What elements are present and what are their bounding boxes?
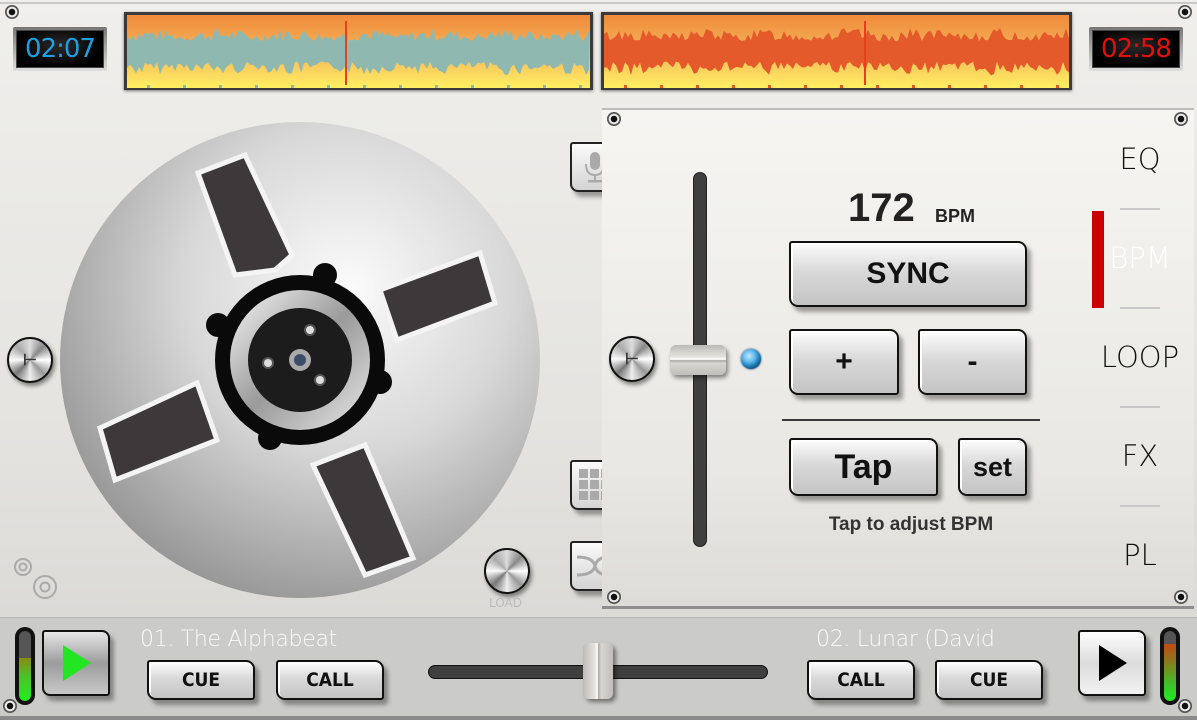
- gears-icon[interactable]: [10, 552, 66, 604]
- right-playhead[interactable]: [864, 21, 867, 85]
- beat-marker: [804, 85, 807, 88]
- bottom-border: [0, 716, 1197, 720]
- nudge-arrow-icon: ⊢: [23, 352, 37, 369]
- load-label: LOAD: [489, 596, 522, 610]
- right-waveform[interactable]: [601, 12, 1072, 90]
- left-play-button[interactable]: [42, 630, 110, 696]
- beat-marker: [399, 85, 402, 88]
- screw-icon: [5, 5, 19, 19]
- beat-marker: [948, 85, 951, 88]
- left-playhead[interactable]: [344, 21, 347, 85]
- left-call-button[interactable]: CALL: [276, 660, 384, 700]
- play-icon: [63, 645, 91, 681]
- right-cue-button[interactable]: CUE: [935, 660, 1043, 700]
- beat-marker: [876, 85, 879, 88]
- play-icon: [1099, 645, 1127, 681]
- right-level-meter: [1160, 627, 1180, 705]
- beat-marker: [768, 85, 771, 88]
- right-deck-time: 02:58: [1092, 30, 1180, 68]
- beat-marker: [696, 85, 699, 88]
- screw-icon: [607, 590, 621, 604]
- beat-marker: [732, 85, 735, 88]
- crossfader-handle[interactable]: [583, 643, 613, 699]
- left-waveform-graph: [127, 28, 589, 88]
- beat-marker: [984, 85, 987, 88]
- beat-marker: [579, 85, 582, 88]
- tap-button[interactable]: Tap: [789, 438, 938, 496]
- tab-separator: [1120, 307, 1160, 309]
- beat-marker: [1020, 85, 1023, 88]
- tab-separator: [1120, 406, 1160, 408]
- bpm-value: 172: [848, 186, 915, 230]
- left-track-title: 01. The Alphabeat: [140, 627, 337, 652]
- screw-icon: [1174, 112, 1188, 126]
- beat-marker: [327, 85, 330, 88]
- bpm-unit: BPM: [935, 206, 975, 226]
- beat-marker: [840, 85, 843, 88]
- beat-marker: [912, 85, 915, 88]
- left-cue-button[interactable]: CUE: [147, 660, 255, 700]
- bpm-minus-button[interactable]: -: [918, 329, 1027, 395]
- beat-marker: [1056, 85, 1059, 88]
- tab-loop[interactable]: LOOP: [1090, 340, 1190, 374]
- tape-reel[interactable]: [60, 120, 540, 600]
- waveform-shape: [604, 28, 1069, 76]
- sync-button[interactable]: SYNC: [789, 241, 1027, 307]
- screw-icon: [1178, 5, 1192, 19]
- bpm-plus-button[interactable]: +: [789, 329, 899, 395]
- beat-marker: [507, 85, 510, 88]
- screw-icon: [1178, 699, 1192, 713]
- tab-separator: [1120, 208, 1160, 210]
- right-play-button[interactable]: [1078, 630, 1146, 696]
- beat-marker: [291, 85, 294, 88]
- left-deck-timer: 02:07: [13, 27, 107, 71]
- nudge-arrow-icon: ⊢: [625, 351, 639, 368]
- top-border: [0, 2, 1197, 4]
- beat-marker: [183, 85, 186, 88]
- right-nudge-knob[interactable]: ⊢: [609, 336, 655, 382]
- beat-marker: [660, 85, 663, 88]
- screw-icon: [1174, 590, 1188, 604]
- beat-marker: [255, 85, 258, 88]
- beat-marker: [624, 85, 627, 88]
- divider: [782, 419, 1040, 421]
- right-level-fill: [1164, 643, 1176, 701]
- tab-separator: [1120, 505, 1160, 507]
- left-deck-time: 02:07: [16, 30, 104, 68]
- beat-marker: [471, 85, 474, 88]
- load-knob[interactable]: [484, 548, 530, 594]
- beat-marker: [147, 85, 150, 88]
- right-track-title: 02. Lunar (David: [816, 627, 995, 652]
- pitch-slider-handle[interactable]: [670, 344, 726, 375]
- tab-fx[interactable]: FX: [1090, 439, 1190, 473]
- right-call-button[interactable]: CALL: [807, 660, 915, 700]
- tap-hint: Tap to adjust BPM: [828, 514, 994, 535]
- right-deck-timer: 02:58: [1089, 27, 1183, 71]
- beat-marker: [363, 85, 366, 88]
- left-level-fill: [19, 657, 31, 701]
- beat-marker: [219, 85, 222, 88]
- tab-pl[interactable]: PL: [1090, 538, 1190, 572]
- tab-bpm[interactable]: BPM: [1090, 241, 1190, 275]
- set-button[interactable]: set: [958, 438, 1027, 496]
- left-nudge-knob[interactable]: ⊢: [7, 337, 53, 383]
- beat-marker: [435, 85, 438, 88]
- right-waveform-graph: [604, 28, 1069, 88]
- waveform-shape: [127, 28, 589, 76]
- screw-icon: [3, 699, 17, 713]
- left-waveform[interactable]: [124, 12, 593, 90]
- pitch-indicator-led: [741, 349, 761, 369]
- left-level-meter: [15, 627, 35, 705]
- tab-eq[interactable]: EQ: [1090, 142, 1190, 176]
- screw-icon: [607, 112, 621, 126]
- beat-marker: [543, 85, 546, 88]
